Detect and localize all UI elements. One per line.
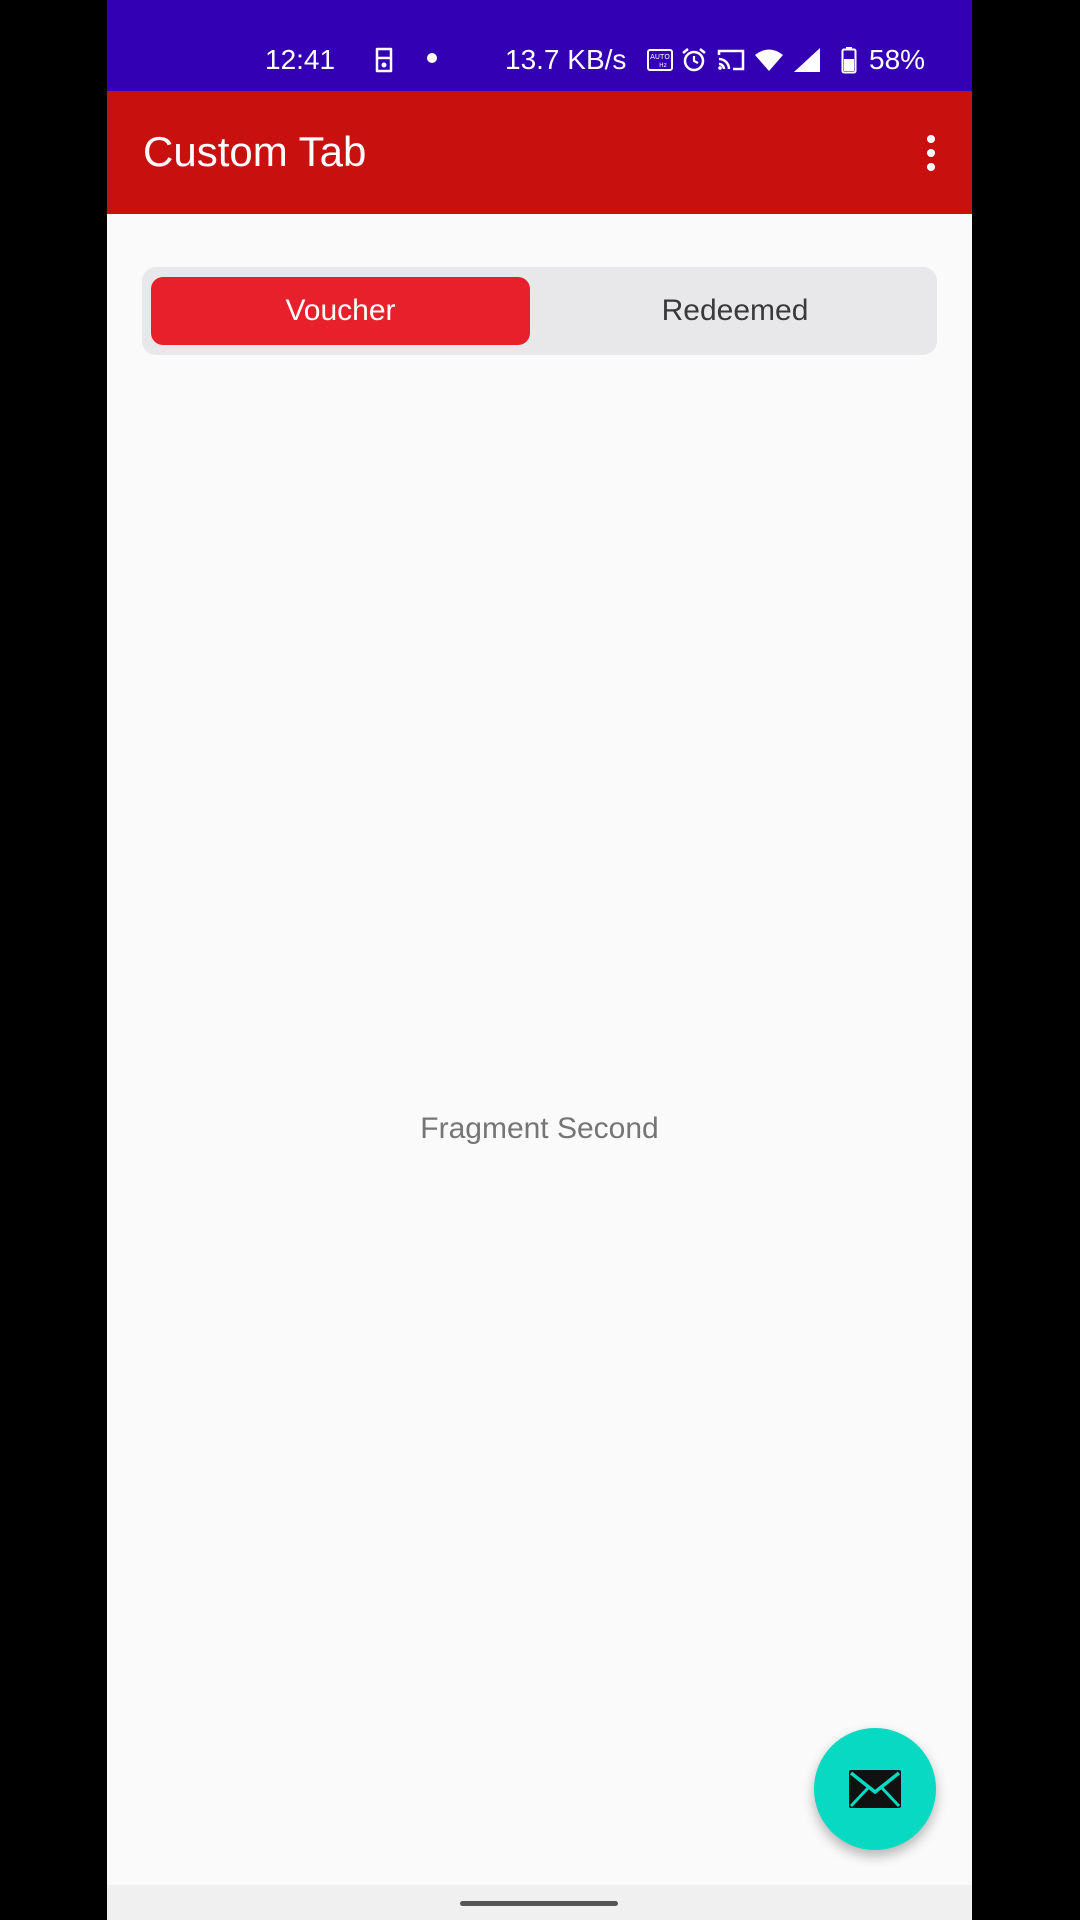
mail-icon — [849, 1770, 901, 1808]
alarm-icon — [679, 44, 709, 76]
nav-bar — [107, 1885, 972, 1920]
svg-text:AUTO: AUTO — [650, 53, 670, 61]
status-time: 12:41 — [265, 44, 336, 75]
mail-fab-button[interactable] — [814, 1728, 936, 1850]
cast-icon — [715, 44, 747, 76]
auto-hz-icon: AUTO Hz — [645, 44, 675, 76]
status-bar: 12:41 13.7 KB/s AUTO Hz 58% — [107, 0, 972, 91]
fragment-label: Fragment Second — [420, 1112, 659, 1145]
signal-icon — [791, 44, 823, 76]
face-unlock-icon — [370, 44, 398, 76]
network-speed: 13.7 KB/s — [505, 44, 627, 75]
tab-redeemed[interactable]: Redeemed — [542, 277, 928, 345]
wifi-icon — [753, 44, 785, 76]
app-bar: Custom Tab — [107, 91, 972, 214]
tab-voucher[interactable]: Voucher — [151, 277, 530, 345]
svg-text:Hz: Hz — [659, 62, 667, 69]
battery-icon — [839, 44, 859, 76]
notification-dot — [427, 53, 437, 63]
home-gesture-handle[interactable] — [460, 1901, 618, 1906]
phone-screen: 12:41 13.7 KB/s AUTO Hz 58% Custom Tab V… — [107, 0, 972, 1920]
tab-bar: Voucher Redeemed — [142, 267, 937, 355]
more-vert-icon[interactable] — [907, 123, 955, 183]
app-title: Custom Tab — [143, 128, 367, 175]
battery-percent: 58% — [869, 44, 926, 75]
